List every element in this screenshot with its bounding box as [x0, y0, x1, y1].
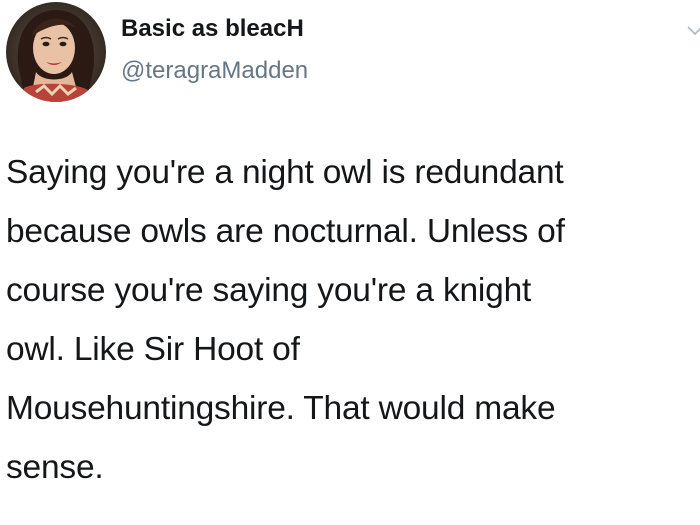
chevron-down-icon[interactable] [686, 22, 700, 40]
user-handle[interactable]: @teragraMadden [121, 57, 308, 85]
tweet-card: Basic as bleacH @teragraMadden Saying yo… [0, 0, 700, 525]
tweet-text-line: owl. Like Sir Hoot of [6, 331, 300, 368]
tweet-text-line: course you're saying you're a knight [6, 272, 532, 309]
avatar[interactable] [6, 2, 106, 102]
tweet-text-line: because owls are nocturnal. Unless of [6, 213, 565, 250]
tweet-text-line: Saying you're a night owl is redundant [6, 154, 564, 191]
tweet-text-line: Mousehuntingshire. That would make [6, 390, 556, 427]
tweet-text-line: sense. [6, 449, 104, 486]
profile-photo-avatar-icon [6, 2, 106, 102]
tweet-text: Saying you're a night owl is redundant b… [6, 143, 696, 497]
display-name[interactable]: Basic as bleacH [121, 15, 304, 43]
